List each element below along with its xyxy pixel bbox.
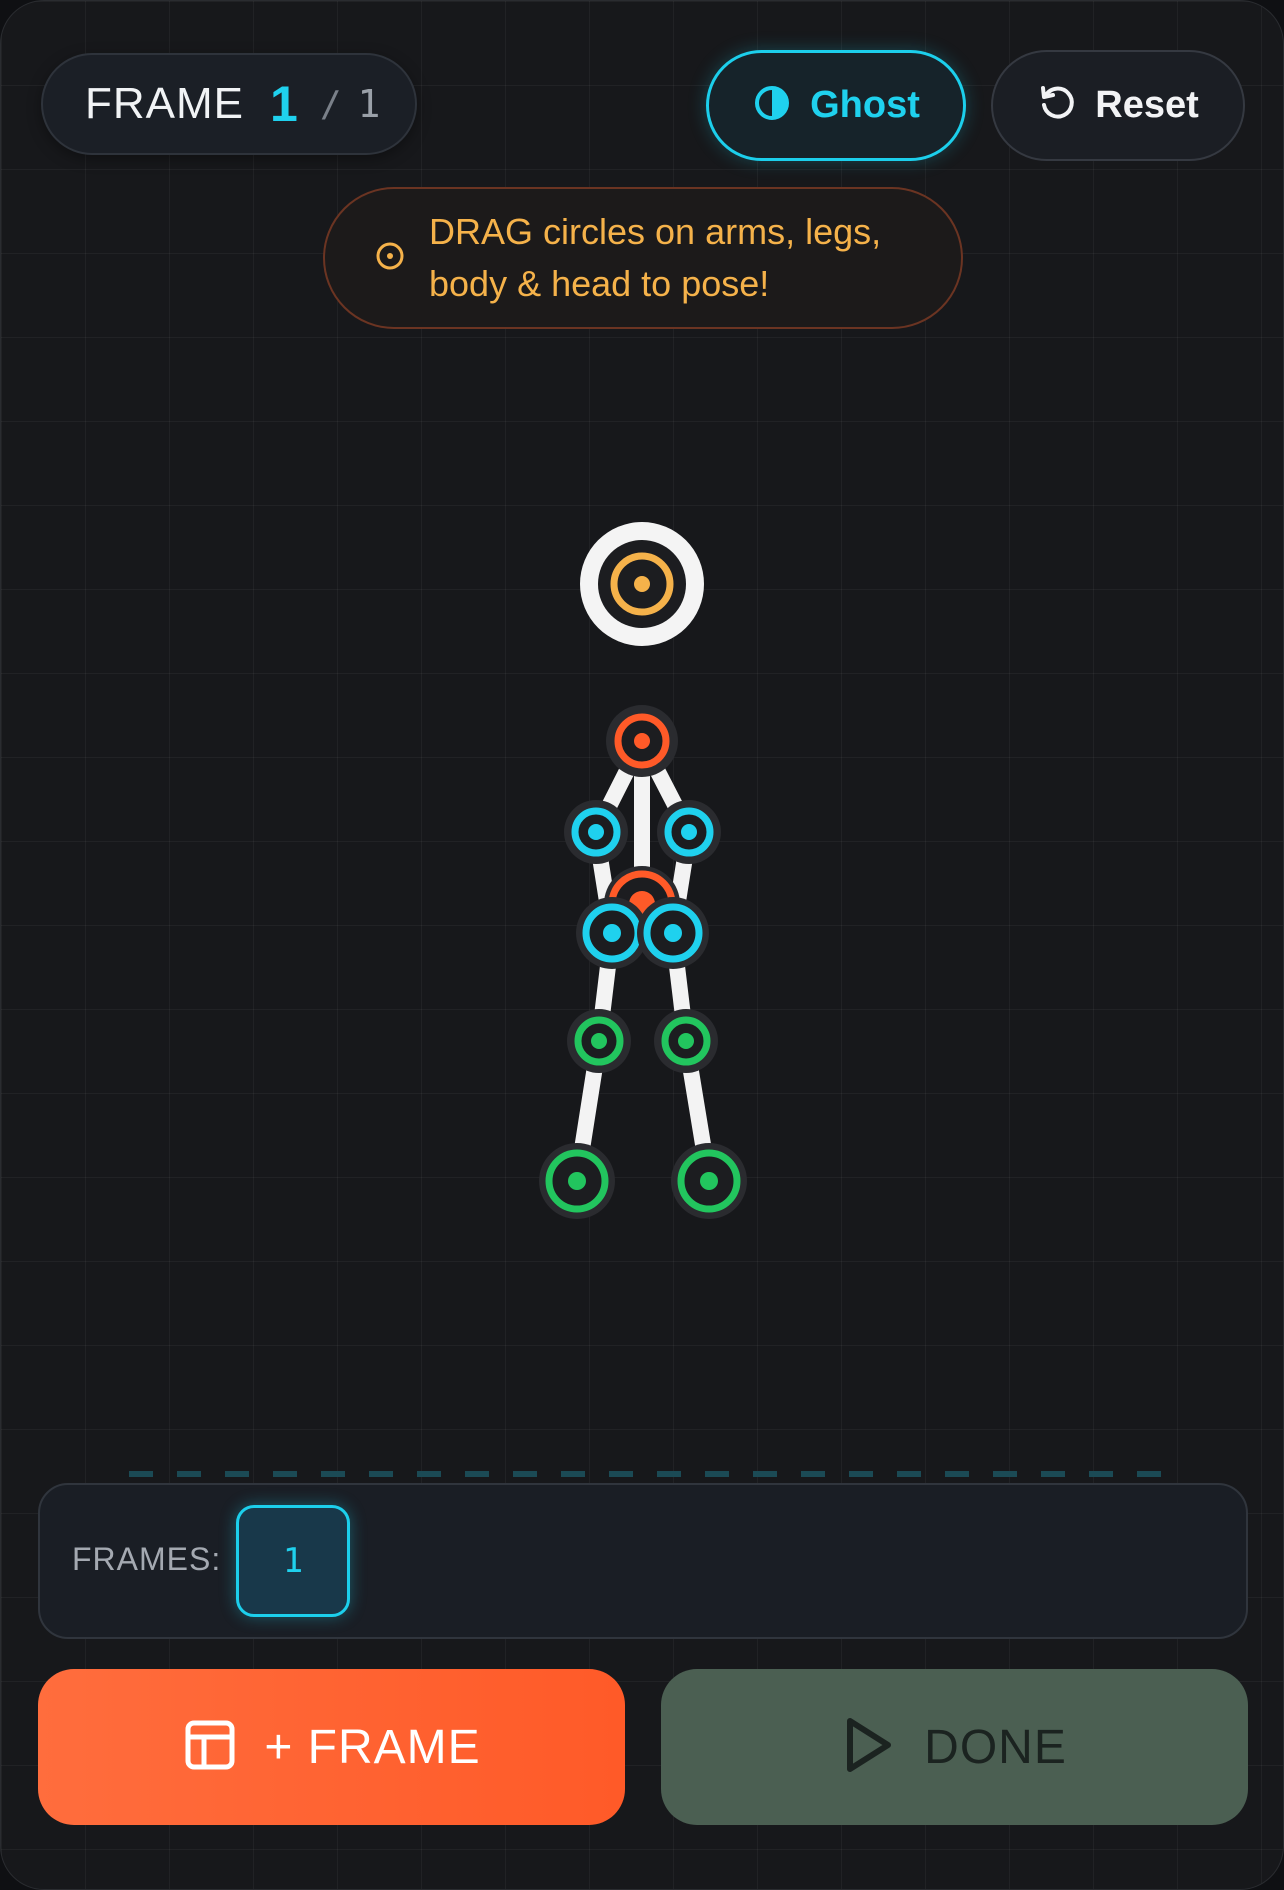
left-elbow-handle[interactable] — [564, 800, 628, 864]
right-foot-handle[interactable] — [671, 1143, 747, 1219]
frames-timeline: FRAMES: 1 — [38, 1483, 1248, 1639]
left-knee-handle[interactable] — [567, 1009, 631, 1073]
add-frame-label: + FRAME — [264, 1720, 481, 1774]
play-icon — [842, 1715, 894, 1780]
frame-thumbnail[interactable]: 1 — [236, 1505, 350, 1617]
pose-editor-panel: FRAME 1 / 1 Ghost Reset DRAG circles on … — [0, 0, 1284, 1890]
right-knee-handle[interactable] — [654, 1009, 718, 1073]
timeline-divider — [129, 1471, 1161, 1477]
head-handle[interactable] — [580, 522, 704, 646]
stick-figure — [539, 522, 747, 1219]
done-label: DONE — [924, 1720, 1067, 1774]
frames-label: FRAMES: — [72, 1541, 222, 1577]
add-frame-button[interactable]: + FRAME — [38, 1669, 625, 1825]
done-button[interactable]: DONE — [661, 1669, 1248, 1825]
right-hand-handle[interactable] — [637, 897, 709, 969]
neck-handle[interactable] — [606, 705, 678, 777]
left-foot-handle[interactable] — [539, 1143, 615, 1219]
right-elbow-handle[interactable] — [657, 800, 721, 864]
frame-layout-icon — [182, 1717, 238, 1778]
